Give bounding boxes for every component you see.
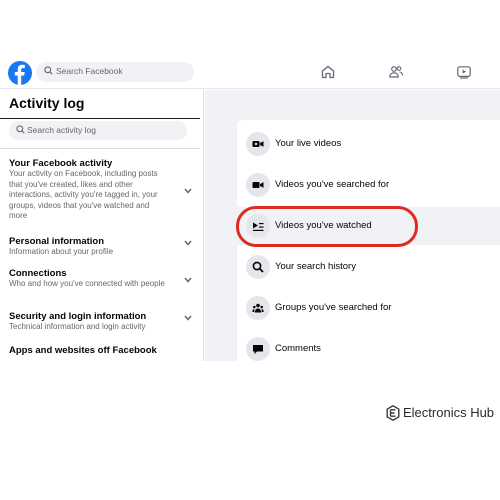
list-item-label: Your live videos [275,138,342,149]
search-placeholder: Search Facebook [56,66,123,76]
chevron-down-icon[interactable] [184,277,192,283]
activity-search-input[interactable]: Search activity log [9,121,187,140]
live-video-icon [246,132,270,156]
facebook-search-input[interactable]: Search Facebook [36,62,194,82]
category-title: Personal information [9,236,105,247]
search-icon [44,66,53,75]
facebook-logo[interactable] [8,61,32,85]
comment-icon [246,337,270,361]
category-title: Your Facebook activity [9,158,113,169]
search-icon [16,125,25,134]
category-security-login[interactable]: Security and login information Technical… [9,311,204,333]
category-description: Information about your profile [9,247,114,256]
friends-icon[interactable] [388,64,404,80]
home-icon[interactable] [320,64,336,80]
category-description: Technical information and login activity [9,322,146,331]
electronics-hub-logo-icon [386,405,400,421]
list-item-search-history[interactable]: Your search history [237,248,500,286]
watermark-text: Electronics Hub [403,405,495,420]
groups-icon [246,296,270,320]
activity-search-placeholder: Search activity log [27,125,96,135]
category-connections[interactable]: Connections Who and how you've connected… [9,268,204,290]
chevron-down-icon[interactable] [184,315,192,321]
video-camera-icon [246,173,270,197]
category-description: Your activity on Facebook, including pos… [9,169,158,220]
list-item-videos-searched[interactable]: Videos you've searched for [237,166,500,204]
title-divider [0,118,200,119]
search-icon [246,255,270,279]
list-item-label: Your search history [275,261,356,272]
list-item-groups-searched[interactable]: Groups you've searched for [237,289,500,327]
watch-icon[interactable] [456,64,472,80]
page-title: Activity log [9,95,85,111]
category-personal-information[interactable]: Personal information Information about y… [9,236,204,258]
category-title: Apps and websites off Facebook [9,345,157,356]
chevron-down-icon[interactable] [184,240,192,246]
category-description: Who and how you've connected with people [9,279,165,288]
category-your-facebook-activity[interactable]: Your Facebook activity Your activity on … [9,158,204,222]
activity-log-sidebar: Activity log Search activity log Your Fa… [0,90,204,361]
highlight-annotation [236,206,418,247]
list-item-label: Comments [275,343,321,354]
top-nav-bar: Search Facebook [0,55,500,89]
search-divider [0,148,200,149]
category-title: Connections [9,268,67,279]
chevron-down-icon[interactable] [184,188,192,194]
list-item-label: Groups you've searched for [275,302,392,313]
list-item-label: Videos you've searched for [275,179,390,190]
category-title: Security and login information [9,311,147,322]
list-item-comments[interactable]: Comments [237,330,500,361]
category-apps-websites-off-facebook[interactable]: Apps and websites off Facebook [9,345,204,356]
list-item-live-videos[interactable]: Your live videos [237,125,500,163]
